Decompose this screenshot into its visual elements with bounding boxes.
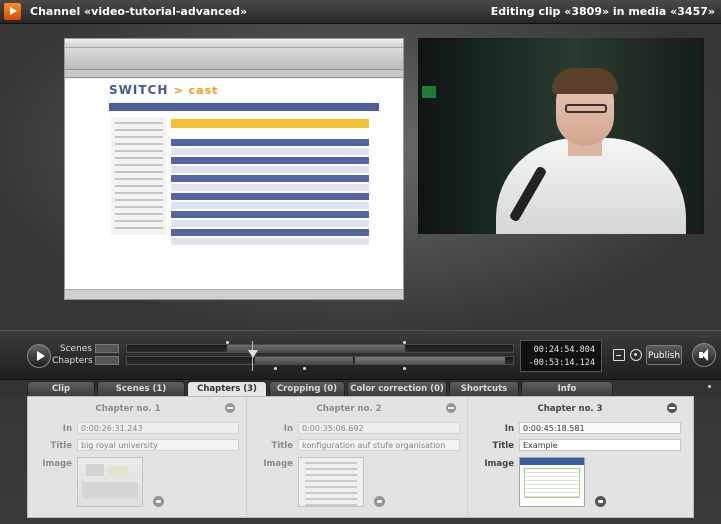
playhead-handle[interactable] — [247, 341, 259, 371]
screen-web-page: SWITCH > cast — [65, 79, 403, 289]
chapter-card[interactable]: Chapter no. 1 In 0:00:26:31.243 Title bi… — [28, 397, 247, 517]
chapter-heading: Chapter no. 1 — [95, 404, 161, 414]
video-stage: SWITCH > cast — [0, 24, 721, 330]
capture-thumbnail-camera-icon[interactable] — [595, 496, 606, 507]
remaining-timecode: -00:53:14.124 — [528, 358, 595, 368]
publish-button[interactable]: Publish — [646, 345, 682, 365]
scene-marker[interactable] — [226, 341, 229, 344]
chapters-track[interactable] — [126, 356, 514, 365]
chapter-card[interactable]: Chapter no. 2 In 0:00:35:06.692 Title ko… — [249, 397, 468, 517]
screen-menubar — [65, 39, 403, 48]
chapter-marker[interactable] — [403, 367, 406, 370]
tab-clip[interactable]: Clip — [27, 381, 95, 396]
chapter-in-field[interactable]: 0:00:45:18.581 — [519, 422, 681, 434]
chapter-title-field[interactable]: big royal university — [77, 439, 239, 451]
scene-marker[interactable] — [403, 341, 406, 344]
screen-browser-tabs — [65, 70, 403, 78]
chapter-heading: Chapter no. 2 — [316, 404, 382, 414]
screen-site-header-bar — [171, 119, 369, 128]
capture-thumbnail-camera-icon[interactable] — [153, 496, 164, 507]
chapter-card-active[interactable]: Chapter no. 3 In 0:00:45:18.581 Title Ex… — [470, 397, 689, 517]
chapter-in-label: In — [283, 424, 293, 434]
tab-info[interactable]: Info — [521, 381, 613, 396]
chapter-image-label: Image — [42, 459, 72, 469]
tab-color-correction[interactable]: Color correction (0) — [347, 381, 447, 396]
capture-thumbnail-camera-icon[interactable] — [374, 496, 385, 507]
timecode-display: 00:24:54.804 -00:53:14.124 — [520, 340, 602, 372]
chapter-title-label: Title — [492, 441, 514, 451]
remove-chapter-icon[interactable] — [667, 403, 677, 413]
chapter-thumbnail[interactable] — [298, 457, 364, 507]
screen-site-logo: SWITCH > cast — [109, 83, 219, 97]
volume-speaker-icon[interactable] — [692, 343, 716, 367]
exit-sign — [422, 86, 436, 98]
panel-toggle-dot[interactable] — [708, 385, 711, 388]
tab-scenes[interactable]: Scenes (1) — [97, 381, 185, 396]
presenter-glasses — [565, 104, 607, 113]
scenes-track[interactable] — [126, 344, 514, 353]
chapter-segment[interactable] — [355, 357, 505, 364]
timeline[interactable] — [126, 341, 514, 371]
chapter-marker[interactable] — [303, 367, 306, 370]
app-logo-icon — [4, 3, 21, 20]
chapter-segment[interactable] — [255, 357, 353, 364]
screen-dock — [65, 289, 403, 299]
screen-site-sidebar — [111, 117, 167, 235]
chapter-marker[interactable] — [274, 367, 277, 370]
chapter-thumbnail[interactable] — [77, 457, 143, 507]
preview-eye-icon[interactable] — [630, 349, 642, 361]
scenes-track-buttons[interactable] — [95, 344, 119, 353]
scenes-track-label: Scenes — [59, 344, 92, 354]
chapters-track-buttons[interactable] — [95, 356, 119, 365]
remove-chapter-icon[interactable] — [446, 403, 456, 413]
chapter-in-label: In — [504, 424, 514, 434]
tab-cropping[interactable]: Cropping (0) — [269, 381, 345, 396]
screen-site-table — [171, 139, 369, 247]
remove-chapter-icon[interactable] — [225, 403, 235, 413]
screen-site-nav — [109, 103, 379, 111]
presenter-hair — [552, 68, 618, 94]
playback-controls: Scenes Chapters 00:24:54.804 -00:53:14.1… — [0, 330, 721, 380]
chapter-title-field[interactable]: konfiguration auf stufe organisation — [298, 439, 460, 451]
screen-recording-video[interactable]: SWITCH > cast — [64, 38, 404, 300]
save-icon[interactable] — [613, 349, 625, 361]
screen-browser-toolbar — [65, 48, 403, 70]
editor-tabs: Clip Scenes (1) Chapters (3) Cropping (0… — [0, 380, 721, 397]
channel-title: Channel «video-tutorial-advanced» — [30, 5, 248, 18]
chapter-title-label: Title — [50, 441, 72, 451]
camera-video[interactable] — [418, 38, 704, 234]
chapter-title-label: Title — [271, 441, 293, 451]
tab-shortcuts[interactable]: Shortcuts — [449, 381, 519, 396]
tab-chapters[interactable]: Chapters (3) — [187, 381, 267, 397]
editing-clip-title: Editing clip «3809» in media «3457» — [490, 5, 715, 18]
chapter-title-field[interactable]: Example — [519, 439, 681, 451]
play-button[interactable] — [27, 344, 51, 368]
chapter-heading: Chapter no. 3 — [537, 404, 603, 414]
chapters-panel: Chapter no. 1 In 0:00:26:31.243 Title bi… — [27, 396, 694, 518]
chapter-image-label: Image — [263, 459, 293, 469]
chapter-thumbnail[interactable] — [519, 457, 585, 507]
chapter-in-field[interactable]: 0:00:35:06.692 — [298, 422, 460, 434]
current-timecode: 00:24:54.804 — [533, 345, 595, 355]
chapter-image-label: Image — [484, 459, 514, 469]
chapter-in-field[interactable]: 0:00:26:31.243 — [77, 422, 239, 434]
chapter-in-label: In — [62, 424, 72, 434]
title-bar: Channel «video-tutorial-advanced» Editin… — [0, 0, 721, 24]
chapters-track-label: Chapters — [52, 356, 93, 366]
video-editor-app: Channel «video-tutorial-advanced» Editin… — [0, 0, 721, 524]
